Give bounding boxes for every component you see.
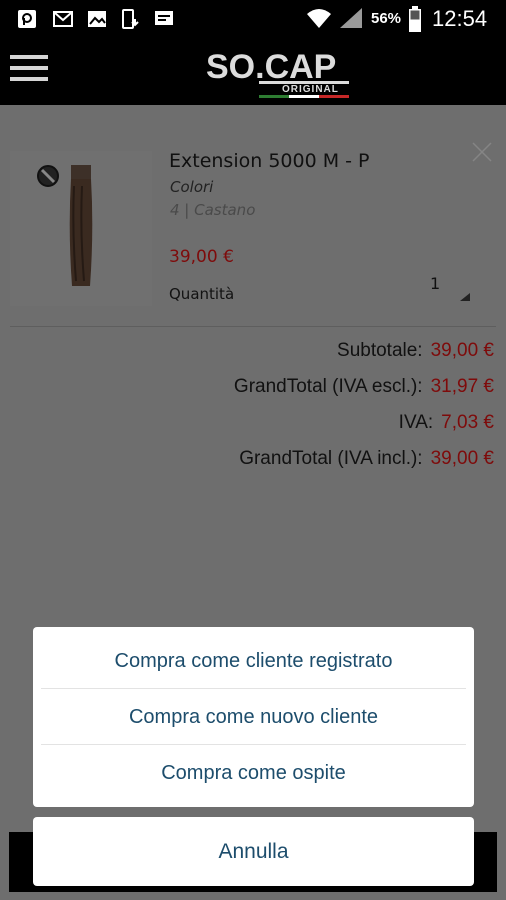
buy-registered-button[interactable]: Compra come cliente registrato: [33, 633, 474, 689]
image-icon: [88, 11, 106, 27]
phone-download-icon: [122, 9, 139, 29]
buy-new-customer-button[interactable]: Compra come nuovo cliente: [33, 689, 474, 745]
p-app-icon: [18, 10, 36, 28]
totals-value: 39,00 €: [430, 448, 494, 469]
totals-value: 7,03 €: [441, 412, 494, 433]
battery-icon: [409, 6, 421, 32]
logo-sub: ORIGINAL: [282, 84, 339, 95]
product-image: [37, 165, 93, 286]
logo-main: SO.CAP: [206, 48, 336, 86]
product-name[interactable]: Extension 5000 M - P: [169, 150, 370, 172]
battery-percent: 56%: [371, 10, 402, 27]
dropdown-arrow-icon[interactable]: [460, 293, 470, 301]
product-thumbnail[interactable]: [10, 151, 152, 306]
quantity-select[interactable]: 1: [430, 274, 440, 293]
product-price: 39,00 €: [169, 247, 234, 267]
wifi-icon: [307, 9, 331, 28]
totals-row-subtotal: Subtotale: 39,00 €: [74, 340, 494, 376]
mail-icon: [53, 11, 73, 27]
totals-value: 39,00 €: [430, 340, 494, 361]
hamburger-menu-icon[interactable]: [10, 53, 48, 83]
divider: [10, 326, 496, 327]
action-sheet: Compra come cliente registrato Compra co…: [33, 627, 474, 807]
totals-label: Subtotale:: [337, 340, 423, 361]
signal-icon: [340, 8, 362, 28]
buy-guest-button[interactable]: Compra come ospite: [33, 745, 474, 801]
totals-label: IVA:: [398, 412, 434, 433]
close-icon[interactable]: [471, 141, 493, 163]
totals-row-grandtotal-excl: GrandTotal (IVA escl.): 31,97 €: [74, 376, 494, 412]
cancel-button[interactable]: Annulla: [33, 817, 474, 886]
chat-icon: [155, 11, 173, 25]
logo: SO.CAP ORIGINAL: [206, 48, 349, 98]
totals-row-iva: IVA: 7,03 €: [74, 412, 494, 448]
attribute-value: 4 | Castano: [170, 201, 256, 219]
attribute-label: Colori: [170, 178, 214, 196]
clock: 12:54: [432, 6, 488, 31]
status-bar: 56% 12:54: [0, 0, 506, 38]
quantity-label: Quantità: [169, 285, 235, 303]
totals-row-grandtotal-incl: GrandTotal (IVA incl.): 39,00 €: [74, 448, 494, 484]
totals-value: 31,97 €: [430, 376, 494, 397]
totals-block: Subtotale: 39,00 € GrandTotal (IVA escl.…: [74, 340, 494, 484]
totals-label: GrandTotal (IVA escl.):: [233, 376, 423, 397]
totals-label: GrandTotal (IVA incl.):: [239, 448, 423, 469]
